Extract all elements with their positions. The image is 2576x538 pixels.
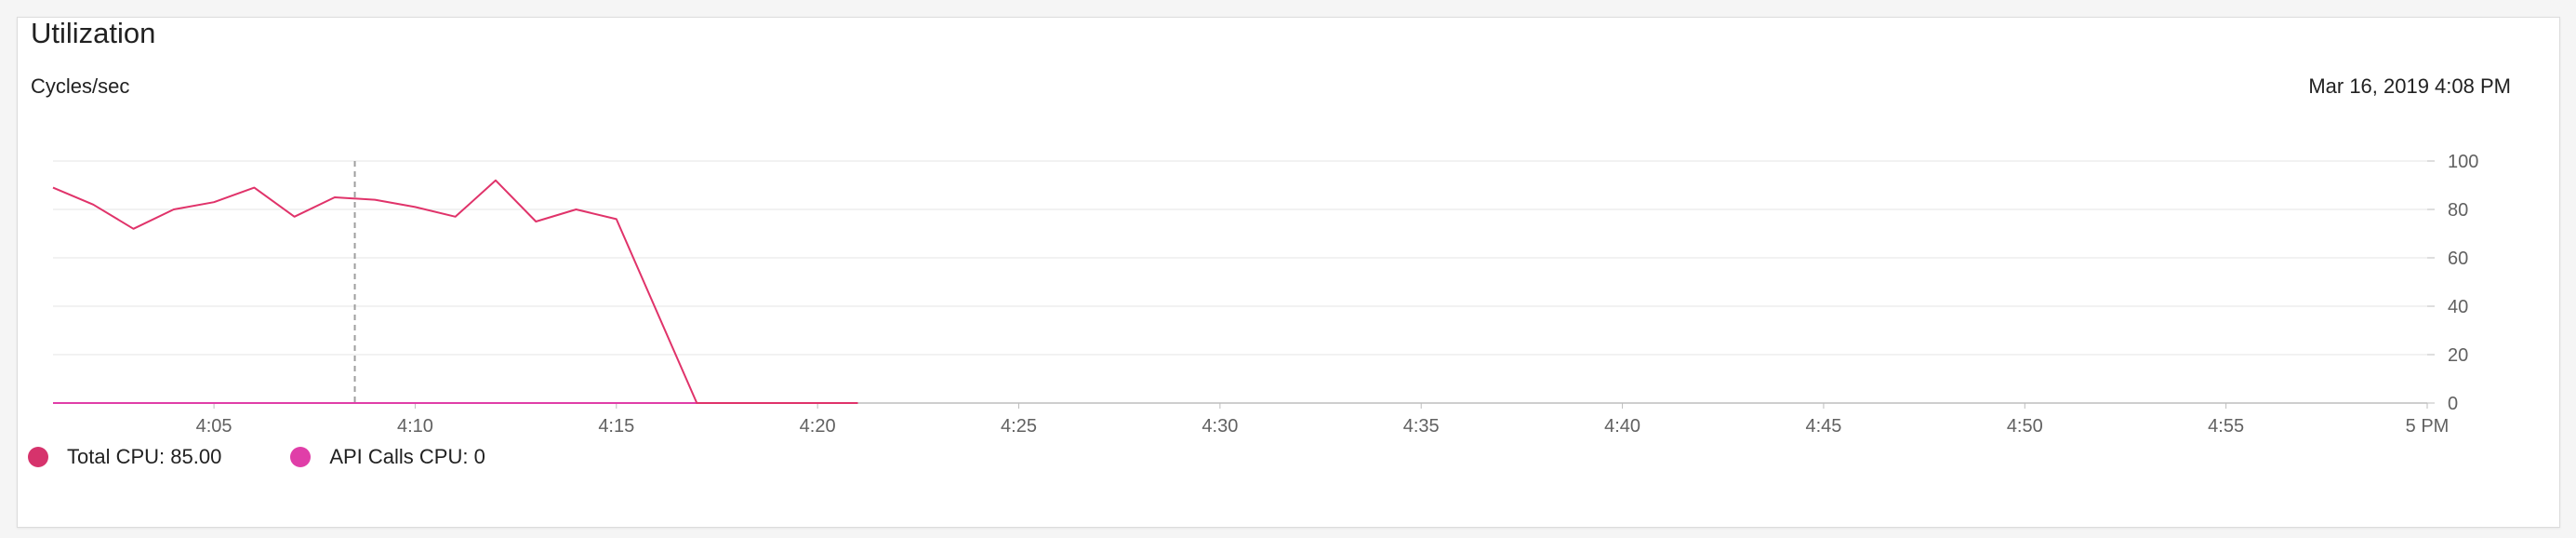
legend-label: Total CPU: 85.00 (67, 445, 222, 468)
grid-lines (53, 160, 2427, 404)
legend-item-api-calls-cpu[interactable]: API Calls CPU: 0 (290, 445, 485, 469)
y-tick-label: 40 (2448, 297, 2468, 317)
x-tick-label: 5 PM (2406, 416, 2450, 437)
y-tick-label: 80 (2448, 200, 2468, 221)
x-tick-label: 4:15 (598, 416, 634, 437)
x-tick-label: 4:30 (1202, 416, 1238, 437)
legend-item-total-cpu[interactable]: Total CPU: 85.00 (28, 445, 221, 469)
x-tick-label: 4:35 (1403, 416, 1440, 437)
x-tick-label: 4:55 (2208, 416, 2244, 437)
y-tick-label: 0 (2448, 394, 2458, 414)
y-tick-label: 100 (2448, 152, 2478, 172)
legend-swatch-icon (290, 447, 312, 467)
x-tick-label: 4:45 (1805, 416, 1841, 437)
x-tick-label: 4:40 (1604, 416, 1640, 437)
chart-legend: Total CPU: 85.00 API Calls CPU: 0 (28, 445, 554, 469)
x-axis: 4:05 4:10 4:15 4:20 4:25 4:30 4:35 4:40 4:45 4:50… (196, 403, 2450, 437)
y-axis: 0 20 40 60 80 100 (2427, 152, 2478, 414)
x-tick-label: 4:05 (196, 416, 232, 437)
series-line-total-cpu (52, 179, 858, 404)
x-tick-label: 4:20 (800, 416, 836, 437)
utilization-line-chart[interactable]: 0 20 40 60 80 100 4:05 4:10 4:15 4:20 4:25 4:30 4:3… (0, 0, 2576, 437)
x-tick-label: 4:10 (397, 416, 433, 437)
y-tick-label: 20 (2448, 345, 2468, 366)
legend-label: API Calls CPU: 0 (329, 445, 485, 468)
x-tick-label: 4:25 (1001, 416, 1037, 437)
x-tick-label: 4:50 (2007, 416, 2043, 437)
series-lines (52, 179, 858, 404)
y-tick-label: 60 (2448, 249, 2468, 269)
legend-swatch-icon (28, 447, 48, 467)
